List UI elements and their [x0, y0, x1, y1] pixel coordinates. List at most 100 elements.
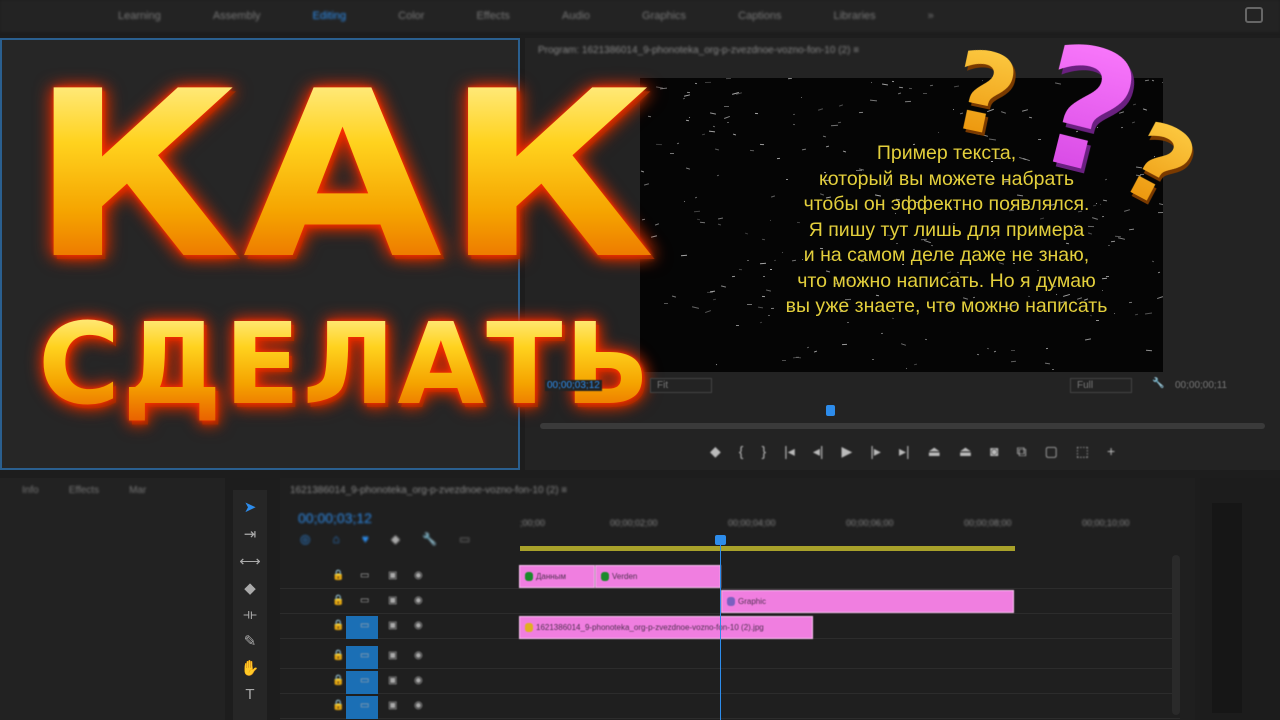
nest-icon[interactable]: ◎	[300, 532, 310, 546]
text-line: и на самом деле даже не знаю,	[803, 244, 1090, 266]
clip[interactable]: Graphic	[721, 590, 1014, 613]
tab-effects[interactable]: Effects	[476, 10, 509, 22]
wrench-icon[interactable]: 🔧	[1152, 378, 1164, 389]
settings-icon[interactable]: 🔧	[422, 532, 437, 546]
program-playhead[interactable]	[826, 405, 835, 416]
tab-learning[interactable]: Learning	[118, 10, 161, 22]
toggle-output-icon[interactable]: ▣	[388, 595, 397, 606]
star	[900, 343, 906, 347]
lock-icon[interactable]: 🔒	[332, 650, 344, 661]
duration-timecode: 00;00;00;11	[1175, 380, 1228, 391]
star	[685, 119, 689, 121]
timeline-playhead[interactable]	[715, 535, 726, 545]
add-marker-icon[interactable]: ◆	[391, 532, 400, 546]
go-to-in-icon[interactable]: |◂	[784, 443, 795, 460]
eye-icon[interactable]: ◉	[414, 650, 423, 661]
lock-icon[interactable]: 🔒	[332, 700, 344, 711]
captions-icon[interactable]: ▭	[459, 532, 470, 546]
quality-dropdown[interactable]: Full	[1070, 378, 1132, 393]
add-button-icon[interactable]: +	[1107, 443, 1115, 460]
star	[1151, 79, 1154, 81]
mark-out-icon[interactable]: }	[761, 443, 766, 460]
pen-icon[interactable]: ✎	[244, 632, 257, 650]
clip[interactable]: Verden	[595, 565, 721, 588]
sync-icon[interactable]: ▭	[360, 675, 369, 686]
clip-label: 1621386014_9-phonoteka_org-p-zvezdnoe-vo…	[536, 623, 764, 632]
tab-effects-panel[interactable]: Effects	[69, 485, 99, 496]
hand-icon[interactable]: ✋	[241, 659, 260, 677]
linked-icon[interactable]: ♥	[362, 532, 369, 546]
selection-tool-icon[interactable]: ➤	[244, 498, 257, 516]
sync-icon[interactable]: ▭	[360, 700, 369, 711]
program-timecode[interactable]: 00;00;03;12	[545, 380, 602, 391]
star	[892, 80, 895, 82]
ruler-tick: 00;00;06;00	[846, 518, 894, 528]
compare-icon[interactable]: ⧉	[1017, 443, 1027, 460]
toggle-output-icon[interactable]: ▣	[388, 675, 397, 686]
step-forward-icon[interactable]: |▸	[870, 443, 881, 460]
snap-icon[interactable]: ⌂	[332, 532, 339, 546]
tab-info[interactable]: Info	[22, 485, 39, 496]
star	[1143, 108, 1148, 111]
tab-editing[interactable]: Editing	[313, 10, 347, 22]
lock-icon[interactable]: 🔒	[332, 570, 344, 581]
timeline-timecode[interactable]: 00;00;03;12	[298, 510, 372, 526]
clip[interactable]: Данным	[519, 565, 595, 588]
sequence-tab[interactable]: 1621386014_9-phonoteka_org-p-zvezdnoe-vo…	[290, 485, 567, 496]
marker-icon[interactable]: ◆	[710, 443, 721, 460]
sync-icon[interactable]: ▭	[360, 650, 369, 661]
camera-icon[interactable]	[1245, 7, 1263, 23]
track-select-icon[interactable]: ⇥	[244, 525, 257, 543]
clip[interactable]: 1621386014_9-phonoteka_org-p-zvezdnoe-vo…	[519, 616, 813, 639]
star	[712, 125, 715, 128]
toggle-output-icon[interactable]: ▣	[388, 700, 397, 711]
extract-icon[interactable]: ⏏	[959, 443, 972, 460]
tab-libraries[interactable]: Libraries	[833, 10, 875, 22]
star	[807, 346, 810, 349]
sync-icon[interactable]: ▭	[360, 620, 369, 631]
tab-markers[interactable]: Mar	[129, 485, 146, 496]
headline-line1: КАК	[30, 43, 658, 310]
razor-icon[interactable]: ◆	[244, 579, 256, 597]
toggle-output-icon[interactable]: ▣	[388, 620, 397, 631]
eye-icon[interactable]: ◉	[414, 570, 423, 581]
lift-icon[interactable]: ⏏	[928, 443, 941, 460]
go-to-out-icon[interactable]: ▸|	[899, 443, 910, 460]
fit-dropdown[interactable]: Fit	[650, 378, 712, 393]
timeline-scrollbar[interactable]	[1172, 555, 1180, 715]
star	[881, 83, 888, 86]
sync-icon[interactable]: ▭	[360, 595, 369, 606]
export-frame-icon[interactable]: ◙	[990, 443, 998, 460]
sync-icon[interactable]: ▭	[360, 570, 369, 581]
step-back-icon[interactable]: ◂|	[813, 443, 824, 460]
fullscreen-icon[interactable]: ⬚	[1076, 443, 1089, 460]
tab-assembly[interactable]: Assembly	[213, 10, 261, 22]
star	[1096, 320, 1100, 322]
eye-icon[interactable]: ◉	[414, 620, 423, 631]
ripple-edit-icon[interactable]: ⟷	[239, 552, 261, 570]
work-area-bar[interactable]	[520, 546, 1015, 551]
tab-captions[interactable]: Captions	[738, 10, 781, 22]
tab-graphics[interactable]: Graphics	[642, 10, 686, 22]
eye-icon[interactable]: ◉	[414, 675, 423, 686]
toggle-output-icon[interactable]: ▣	[388, 570, 397, 581]
lock-icon[interactable]: 🔒	[332, 595, 344, 606]
toggle-output-icon[interactable]: ▣	[388, 650, 397, 661]
type-tool-icon[interactable]: T	[245, 686, 254, 703]
clip-label: Verden	[612, 572, 638, 581]
mark-in-icon[interactable]: {	[739, 443, 744, 460]
star	[735, 92, 742, 96]
eye-icon[interactable]: ◉	[414, 595, 423, 606]
eye-icon[interactable]: ◉	[414, 700, 423, 711]
tab-audio[interactable]: Audio	[562, 10, 590, 22]
lock-icon[interactable]: 🔒	[332, 620, 344, 631]
slip-icon[interactable]: ⟛	[243, 606, 257, 623]
safe-margins-icon[interactable]: ▢	[1045, 443, 1058, 460]
more-tabs-button[interactable]: »	[928, 10, 934, 22]
star	[733, 133, 736, 136]
program-scrubber[interactable]	[540, 423, 1265, 429]
tab-color[interactable]: Color	[398, 10, 424, 22]
star	[726, 121, 729, 123]
play-icon[interactable]: ▶	[842, 443, 853, 460]
lock-icon[interactable]: 🔒	[332, 675, 344, 686]
